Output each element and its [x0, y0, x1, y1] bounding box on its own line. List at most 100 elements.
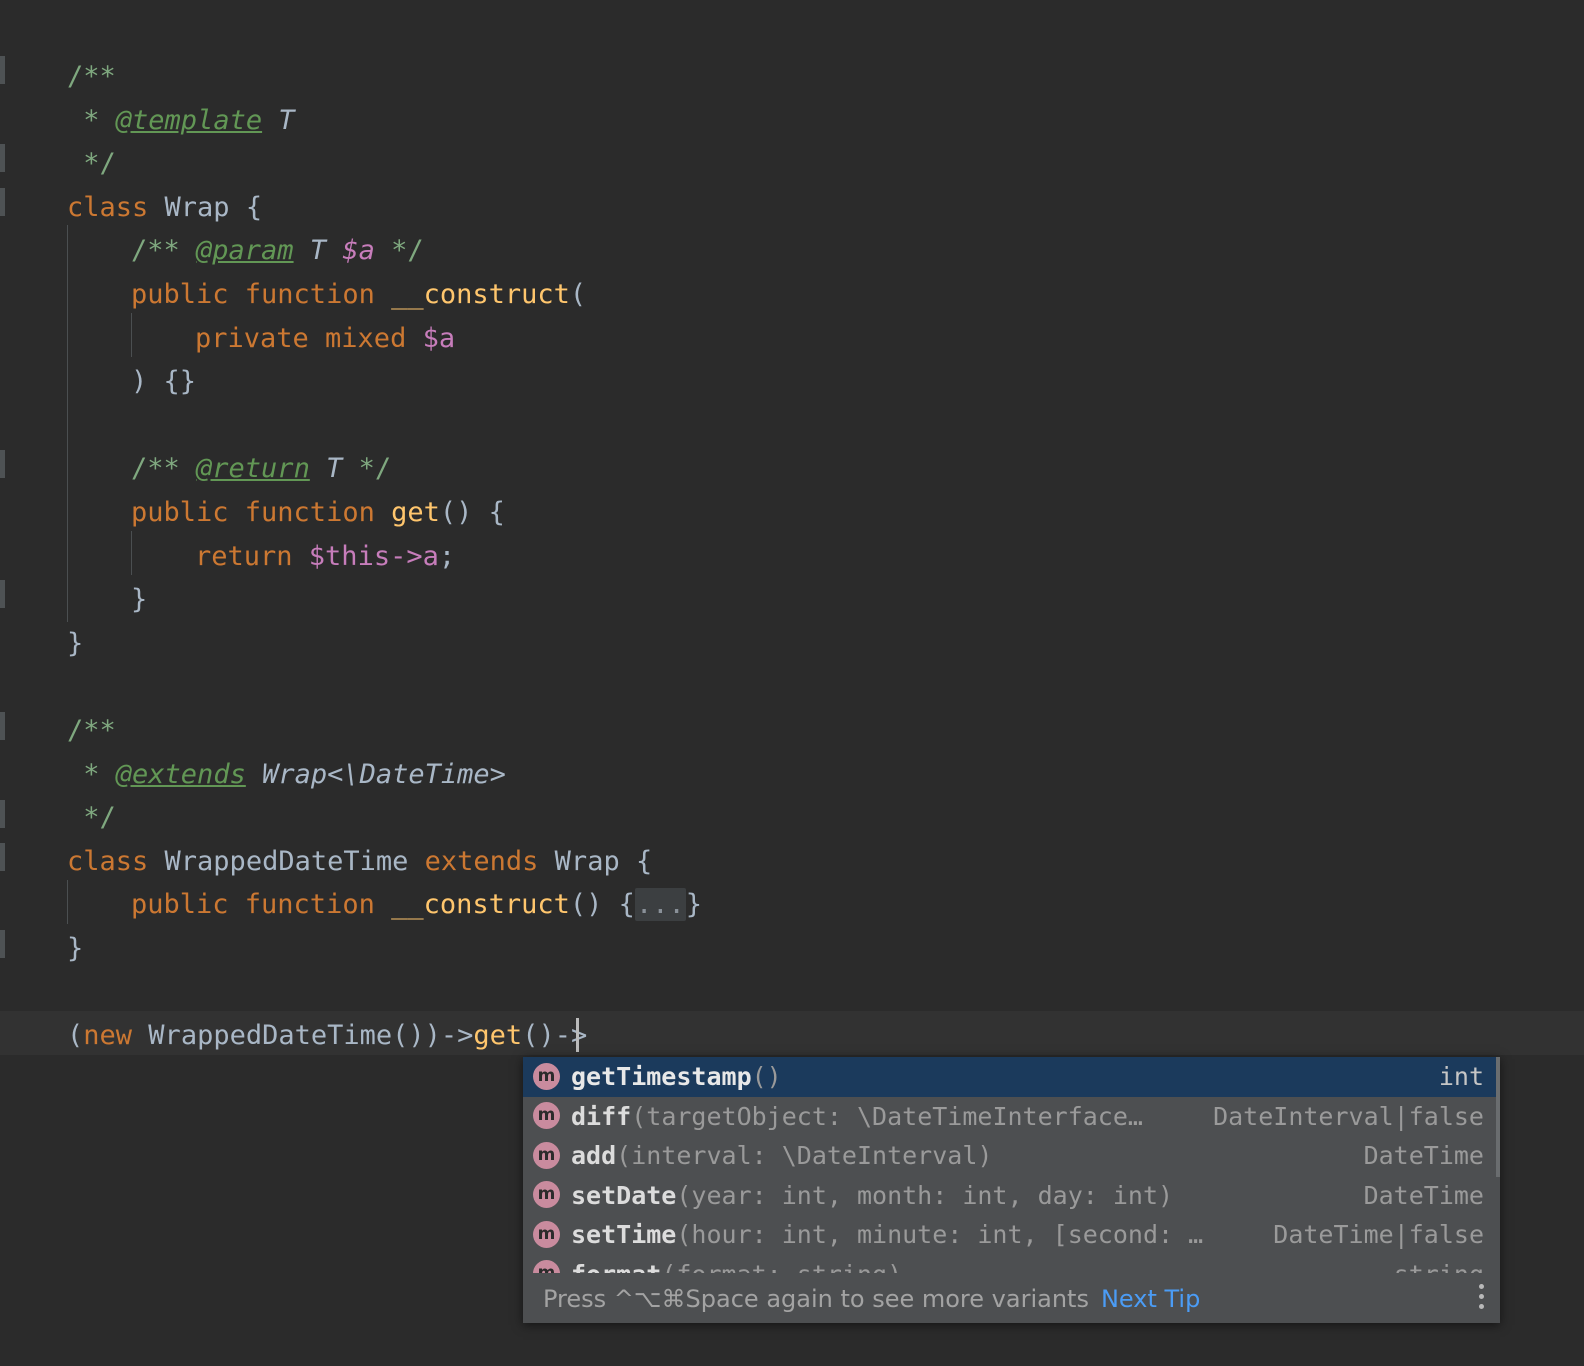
code-line[interactable]: class Wrap { — [0, 186, 1584, 230]
code-line-content: /** @param T $a */ — [0, 235, 424, 266]
code-token-doc-ital: T — [262, 104, 295, 136]
completion-item[interactable]: mformat(format: string) string — [523, 1255, 1500, 1273]
code-line-content: } — [0, 584, 147, 615]
completion-item-name: add — [571, 1141, 617, 1171]
code-line[interactable]: */ — [0, 142, 1584, 186]
code-line-content: */ — [0, 802, 116, 833]
code-line[interactable]: return $this->a; — [0, 535, 1584, 579]
code-line[interactable]: (new WrappedDateTime())->get()-> — [0, 1014, 1584, 1058]
code-line[interactable]: private mixed $a — [0, 317, 1584, 361]
method-icon: m — [533, 1260, 560, 1273]
code-token-kw: public function — [131, 279, 392, 310]
code-line-content: * @extends Wrap<\DateTime> — [0, 759, 506, 790]
next-tip-link[interactable]: Next Tip — [1101, 1285, 1200, 1313]
code-line-content: /** — [0, 61, 116, 92]
completion-item-label: m setTime(hour: int, minute: int, [second… — [533, 1215, 1203, 1255]
code-token-comment: */ — [358, 453, 392, 485]
completion-item-label: mformat(format: string) — [533, 1255, 902, 1273]
code-line-content: } — [0, 628, 83, 659]
code-line[interactable] — [0, 665, 1584, 709]
code-token-kw: public function — [131, 497, 392, 528]
code-token-punc: ) {} — [131, 366, 197, 398]
code-line-content: public function get() { — [0, 497, 505, 528]
completion-item-type: DateTime|false — [1273, 1220, 1484, 1250]
code-line[interactable]: * @template T — [0, 99, 1584, 143]
completion-item-params: (format: string) — [661, 1260, 902, 1273]
completion-item[interactable]: m add(interval: \DateInterval) DateTime — [523, 1136, 1500, 1176]
completion-list[interactable]: m getTimestamp() int m diff(targetObject: \D… — [523, 1057, 1500, 1273]
code-token-fn: get — [391, 497, 440, 528]
code-line-content: public function __construct() {...} — [0, 888, 702, 922]
code-token-tag: @param — [196, 235, 294, 267]
code-line[interactable]: } — [0, 622, 1584, 666]
code-line[interactable]: } — [0, 578, 1584, 622]
code-line-content: /** — [0, 715, 116, 746]
scrollbar-thumb[interactable] — [1496, 1057, 1500, 1177]
code-line-content: ) {} — [0, 366, 196, 397]
code-line-content — [0, 671, 67, 702]
code-line[interactable]: ) {} — [0, 360, 1584, 404]
code-line-content — [0, 977, 67, 1008]
code-line[interactable]: /** @return T */ — [0, 447, 1584, 491]
code-token-comment: * — [67, 758, 116, 790]
code-line[interactable]: class WrappedDateTime extends Wrap { — [0, 840, 1584, 884]
completion-item-name: getTimestamp — [571, 1062, 752, 1091]
code-token-punc: ( — [569, 279, 587, 310]
code-token-punc: } — [685, 889, 702, 921]
code-line-content: private mixed $a — [0, 323, 455, 354]
code-line-content — [0, 410, 67, 441]
completion-item-name: setDate — [571, 1180, 677, 1210]
code-token-comment: * — [67, 104, 116, 136]
code-token-comment: */ — [67, 802, 116, 834]
code-token-ident: Wrap { — [538, 845, 653, 877]
code-token-tag: @return — [196, 453, 310, 485]
completion-item-params: (hour: int, minute: int, [second: … — [676, 1220, 1204, 1250]
completion-hint: Press ^⌥⌘Space again to see more variant… — [543, 1283, 1200, 1315]
completion-item-params: (interval: \DateInterval) — [616, 1141, 993, 1171]
code-token-tag: @template — [115, 104, 263, 136]
code-line[interactable]: public function get() { — [0, 491, 1584, 535]
code-token-punc: () { — [569, 889, 635, 921]
code-token-kw: public function — [131, 889, 392, 921]
code-line[interactable]: * @extends Wrap<\DateTime> — [0, 753, 1584, 797]
method-icon: m — [533, 1102, 560, 1130]
code-token-doc-ital: T — [309, 453, 359, 485]
code-content[interactable]: /** * @template T */ class Wrap { /** @par… — [0, 0, 1584, 1051]
completion-item[interactable]: m setTime(hour: int, minute: int, [second… — [523, 1215, 1500, 1255]
code-token-doc-ital: T — [293, 235, 343, 267]
code-line[interactable]: /** — [0, 55, 1584, 99]
code-token-ident: WrappedDateTime())-> — [132, 1020, 474, 1052]
code-line-content: class Wrap { — [0, 192, 262, 223]
code-line[interactable] — [0, 971, 1584, 1015]
completion-item[interactable]: m diff(targetObject: \DateTimeInterface… D… — [523, 1097, 1500, 1137]
code-token-punc: } — [67, 933, 84, 964]
code-line[interactable]: /** @param T $a */ — [0, 229, 1584, 273]
completion-status-bar: Press ^⌥⌘Space again to see more variant… — [523, 1273, 1500, 1323]
code-line-content: } — [0, 933, 83, 964]
completion-item[interactable]: m setDate(year: int, month: int, day: int… — [523, 1176, 1500, 1216]
code-token-fn: __construct — [391, 889, 570, 921]
completion-item-name: diff — [571, 1101, 632, 1131]
kebab-menu-icon[interactable] — [1474, 1284, 1488, 1314]
code-completion-popup[interactable]: m getTimestamp() int m diff(targetObject: \D… — [523, 1057, 1500, 1323]
code-token-punc: } — [67, 627, 84, 659]
code-line[interactable] — [0, 404, 1584, 448]
code-line[interactable]: public function __construct( — [0, 273, 1584, 317]
code-line[interactable]: } — [0, 927, 1584, 971]
completion-item[interactable]: m getTimestamp() int — [523, 1057, 1500, 1097]
completion-hint-text: Press ^⌥⌘Space again to see more variant… — [543, 1285, 1089, 1313]
code-token-punc: ; — [438, 540, 456, 572]
completion-item-label: m diff(targetObject: \DateTimeInterface… — [533, 1097, 1143, 1137]
completion-scrollbar[interactable] — [1496, 1057, 1500, 1273]
code-line[interactable]: /** — [0, 709, 1584, 753]
code-line[interactable]: */ — [0, 796, 1584, 840]
completion-item-label: m setDate(year: int, month: int, day: int… — [533, 1176, 1173, 1216]
code-token-punc: } — [131, 584, 148, 616]
completion-item-type: DateTime — [1363, 1141, 1484, 1171]
code-token-var: $this->a — [308, 540, 439, 572]
code-token-comment: /** — [131, 453, 197, 485]
code-line-content: /** @return T */ — [0, 453, 391, 484]
code-line-content: (new WrappedDateTime())->get()-> — [0, 1020, 587, 1051]
completion-item-params: (year: int, month: int, day: int) — [676, 1180, 1174, 1210]
code-line[interactable]: public function __construct() {...} — [0, 883, 1584, 927]
